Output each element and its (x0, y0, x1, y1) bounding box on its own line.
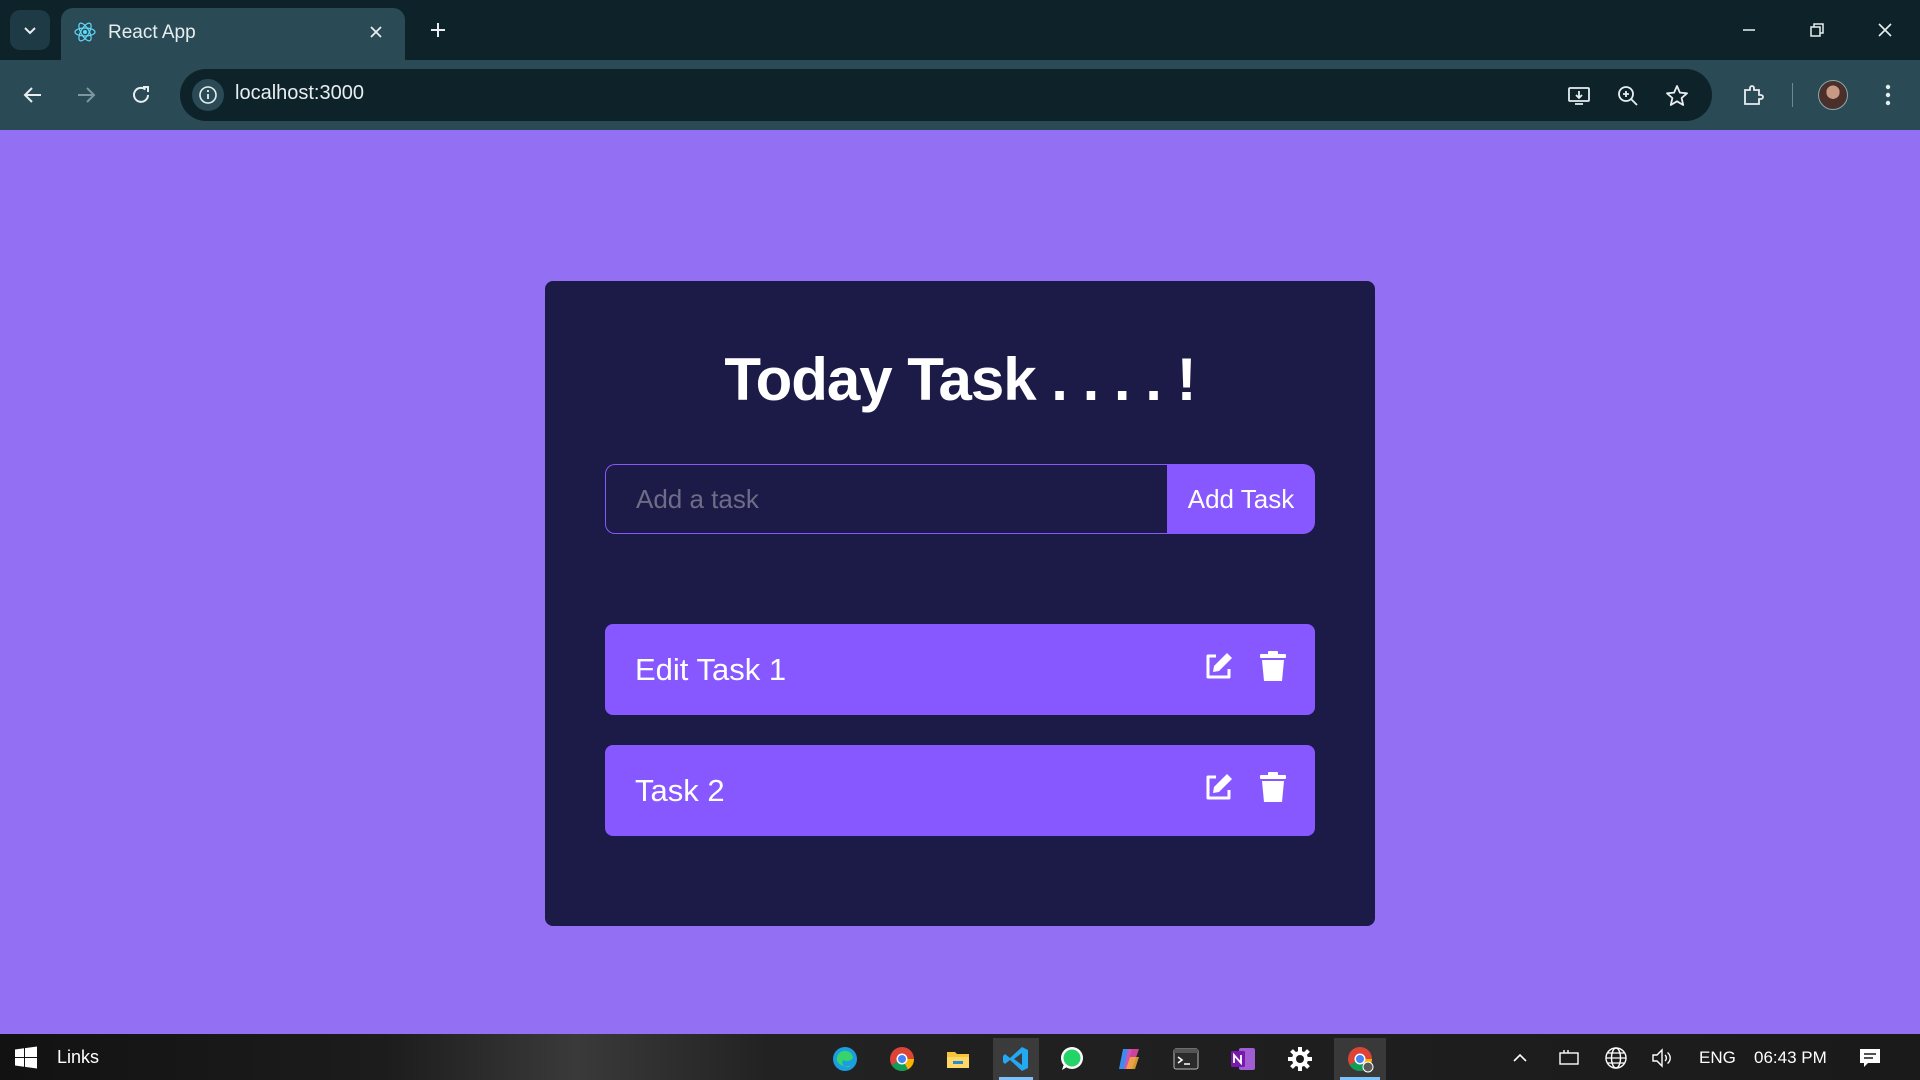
copilot-icon (1119, 1049, 1139, 1069)
trash-icon (1260, 651, 1286, 681)
notifications-button[interactable] (1856, 1044, 1884, 1072)
close-icon (1878, 23, 1892, 37)
chrome-active-icon (1348, 1047, 1374, 1073)
url-text[interactable]: localhost:3000 (235, 82, 364, 105)
plus-icon (431, 23, 445, 37)
taskbar-app-chrome-active[interactable] (1334, 1038, 1386, 1080)
back-button[interactable] (15, 77, 51, 113)
edit-icon (1206, 653, 1232, 679)
taskbar-app-edge[interactable] (822, 1038, 868, 1080)
windows-start-icon[interactable] (14, 1046, 38, 1070)
profile-avatar[interactable] (1818, 80, 1848, 110)
vscode-icon (1003, 1047, 1028, 1071)
taskbar-app-onenote[interactable] (1220, 1038, 1266, 1080)
close-window-button[interactable] (1865, 14, 1905, 46)
whatsapp-icon (1061, 1047, 1083, 1070)
reload-icon (133, 86, 149, 103)
battery-plug-icon (1559, 1050, 1579, 1065)
browser-tab-bar: React App (0, 0, 1920, 60)
tab-close-button[interactable] (365, 21, 387, 43)
zoom-in-icon (1618, 86, 1638, 106)
edit-task-button[interactable] (1202, 769, 1236, 805)
site-info-button[interactable] (192, 79, 224, 111)
edge-icon (833, 1047, 857, 1071)
arrow-left-icon (23, 87, 41, 103)
taskbar-app-vscode[interactable] (993, 1038, 1039, 1080)
browser-tab-active[interactable]: React App (61, 8, 405, 60)
task-input[interactable] (605, 464, 1168, 534)
file-explorer-icon (947, 1052, 969, 1068)
new-tab-button[interactable] (424, 16, 452, 44)
network-button[interactable] (1602, 1044, 1630, 1072)
toolbar-divider (1792, 83, 1793, 107)
links-toolbar-label[interactable]: Links (57, 1047, 99, 1068)
minimize-icon (1743, 29, 1755, 31)
settings-icon (1288, 1047, 1312, 1071)
add-task-button[interactable]: Add Task (1167, 464, 1315, 534)
speaker-icon (1652, 1048, 1671, 1068)
todo-card: Today Task . . . . ! Add Task Edit Task … (545, 281, 1375, 926)
forward-button[interactable] (68, 77, 104, 113)
minimize-window-button[interactable] (1729, 14, 1769, 46)
bookmark-button[interactable] (1662, 81, 1692, 111)
system-clock[interactable]: 06:43 PM (1754, 1048, 1827, 1068)
extensions-button[interactable] (1735, 77, 1771, 113)
install-app-icon (1568, 87, 1590, 105)
trash-icon (1260, 772, 1286, 802)
taskbar-app-chrome[interactable] (879, 1038, 925, 1080)
puzzle-icon (1744, 85, 1764, 105)
battery-status-button[interactable] (1555, 1044, 1583, 1072)
chevron-up-icon (1513, 1053, 1527, 1062)
star-icon (1666, 85, 1688, 106)
reload-button[interactable] (123, 77, 159, 113)
address-bar[interactable]: localhost:3000 (180, 69, 1712, 121)
taskbar-app-settings[interactable] (1277, 1038, 1323, 1080)
arrow-right-icon (78, 87, 96, 103)
windows-taskbar: Links ENG 06:43 PM (0, 1034, 1920, 1080)
chevron-down-icon (24, 27, 36, 35)
page-title: Today Task . . . . ! (724, 346, 1196, 413)
react-logo-icon (74, 22, 96, 42)
browser-toolbar: localhost:3000 (0, 60, 1920, 130)
notification-icon (1860, 1049, 1880, 1067)
restore-window-button[interactable] (1797, 14, 1837, 46)
taskbar-app-whatsapp[interactable] (1049, 1038, 1095, 1080)
info-icon (199, 86, 217, 104)
show-hidden-icons-button[interactable] (1506, 1044, 1534, 1072)
chrome-icon (890, 1047, 914, 1072)
task-item: Task 2 (605, 745, 1315, 836)
zoom-button[interactable] (1613, 81, 1643, 111)
install-app-button[interactable] (1564, 81, 1594, 111)
task-item: Edit Task 1 (605, 624, 1315, 715)
task-text: Task 2 (635, 773, 725, 808)
onenote-icon (1231, 1048, 1255, 1070)
close-icon (370, 26, 382, 38)
volume-button[interactable] (1648, 1044, 1676, 1072)
edit-icon (1206, 774, 1232, 800)
globe-icon (1605, 1047, 1627, 1069)
terminal-icon (1173, 1048, 1199, 1070)
task-text: Edit Task 1 (635, 652, 787, 687)
delete-task-button[interactable] (1256, 769, 1290, 805)
taskbar-app-copilot[interactable] (1106, 1038, 1152, 1080)
more-vertical-icon (1885, 84, 1891, 106)
input-language-indicator[interactable]: ENG (1699, 1048, 1736, 1068)
delete-task-button[interactable] (1256, 648, 1290, 684)
taskbar-app-file-explorer[interactable] (935, 1038, 981, 1080)
browser-menu-button[interactable] (1870, 77, 1906, 113)
tab-search-button[interactable] (10, 10, 50, 50)
tab-title: React App (108, 22, 196, 43)
edit-task-button[interactable] (1202, 648, 1236, 684)
restore-icon (1810, 23, 1824, 37)
taskbar-app-terminal[interactable] (1163, 1038, 1209, 1080)
